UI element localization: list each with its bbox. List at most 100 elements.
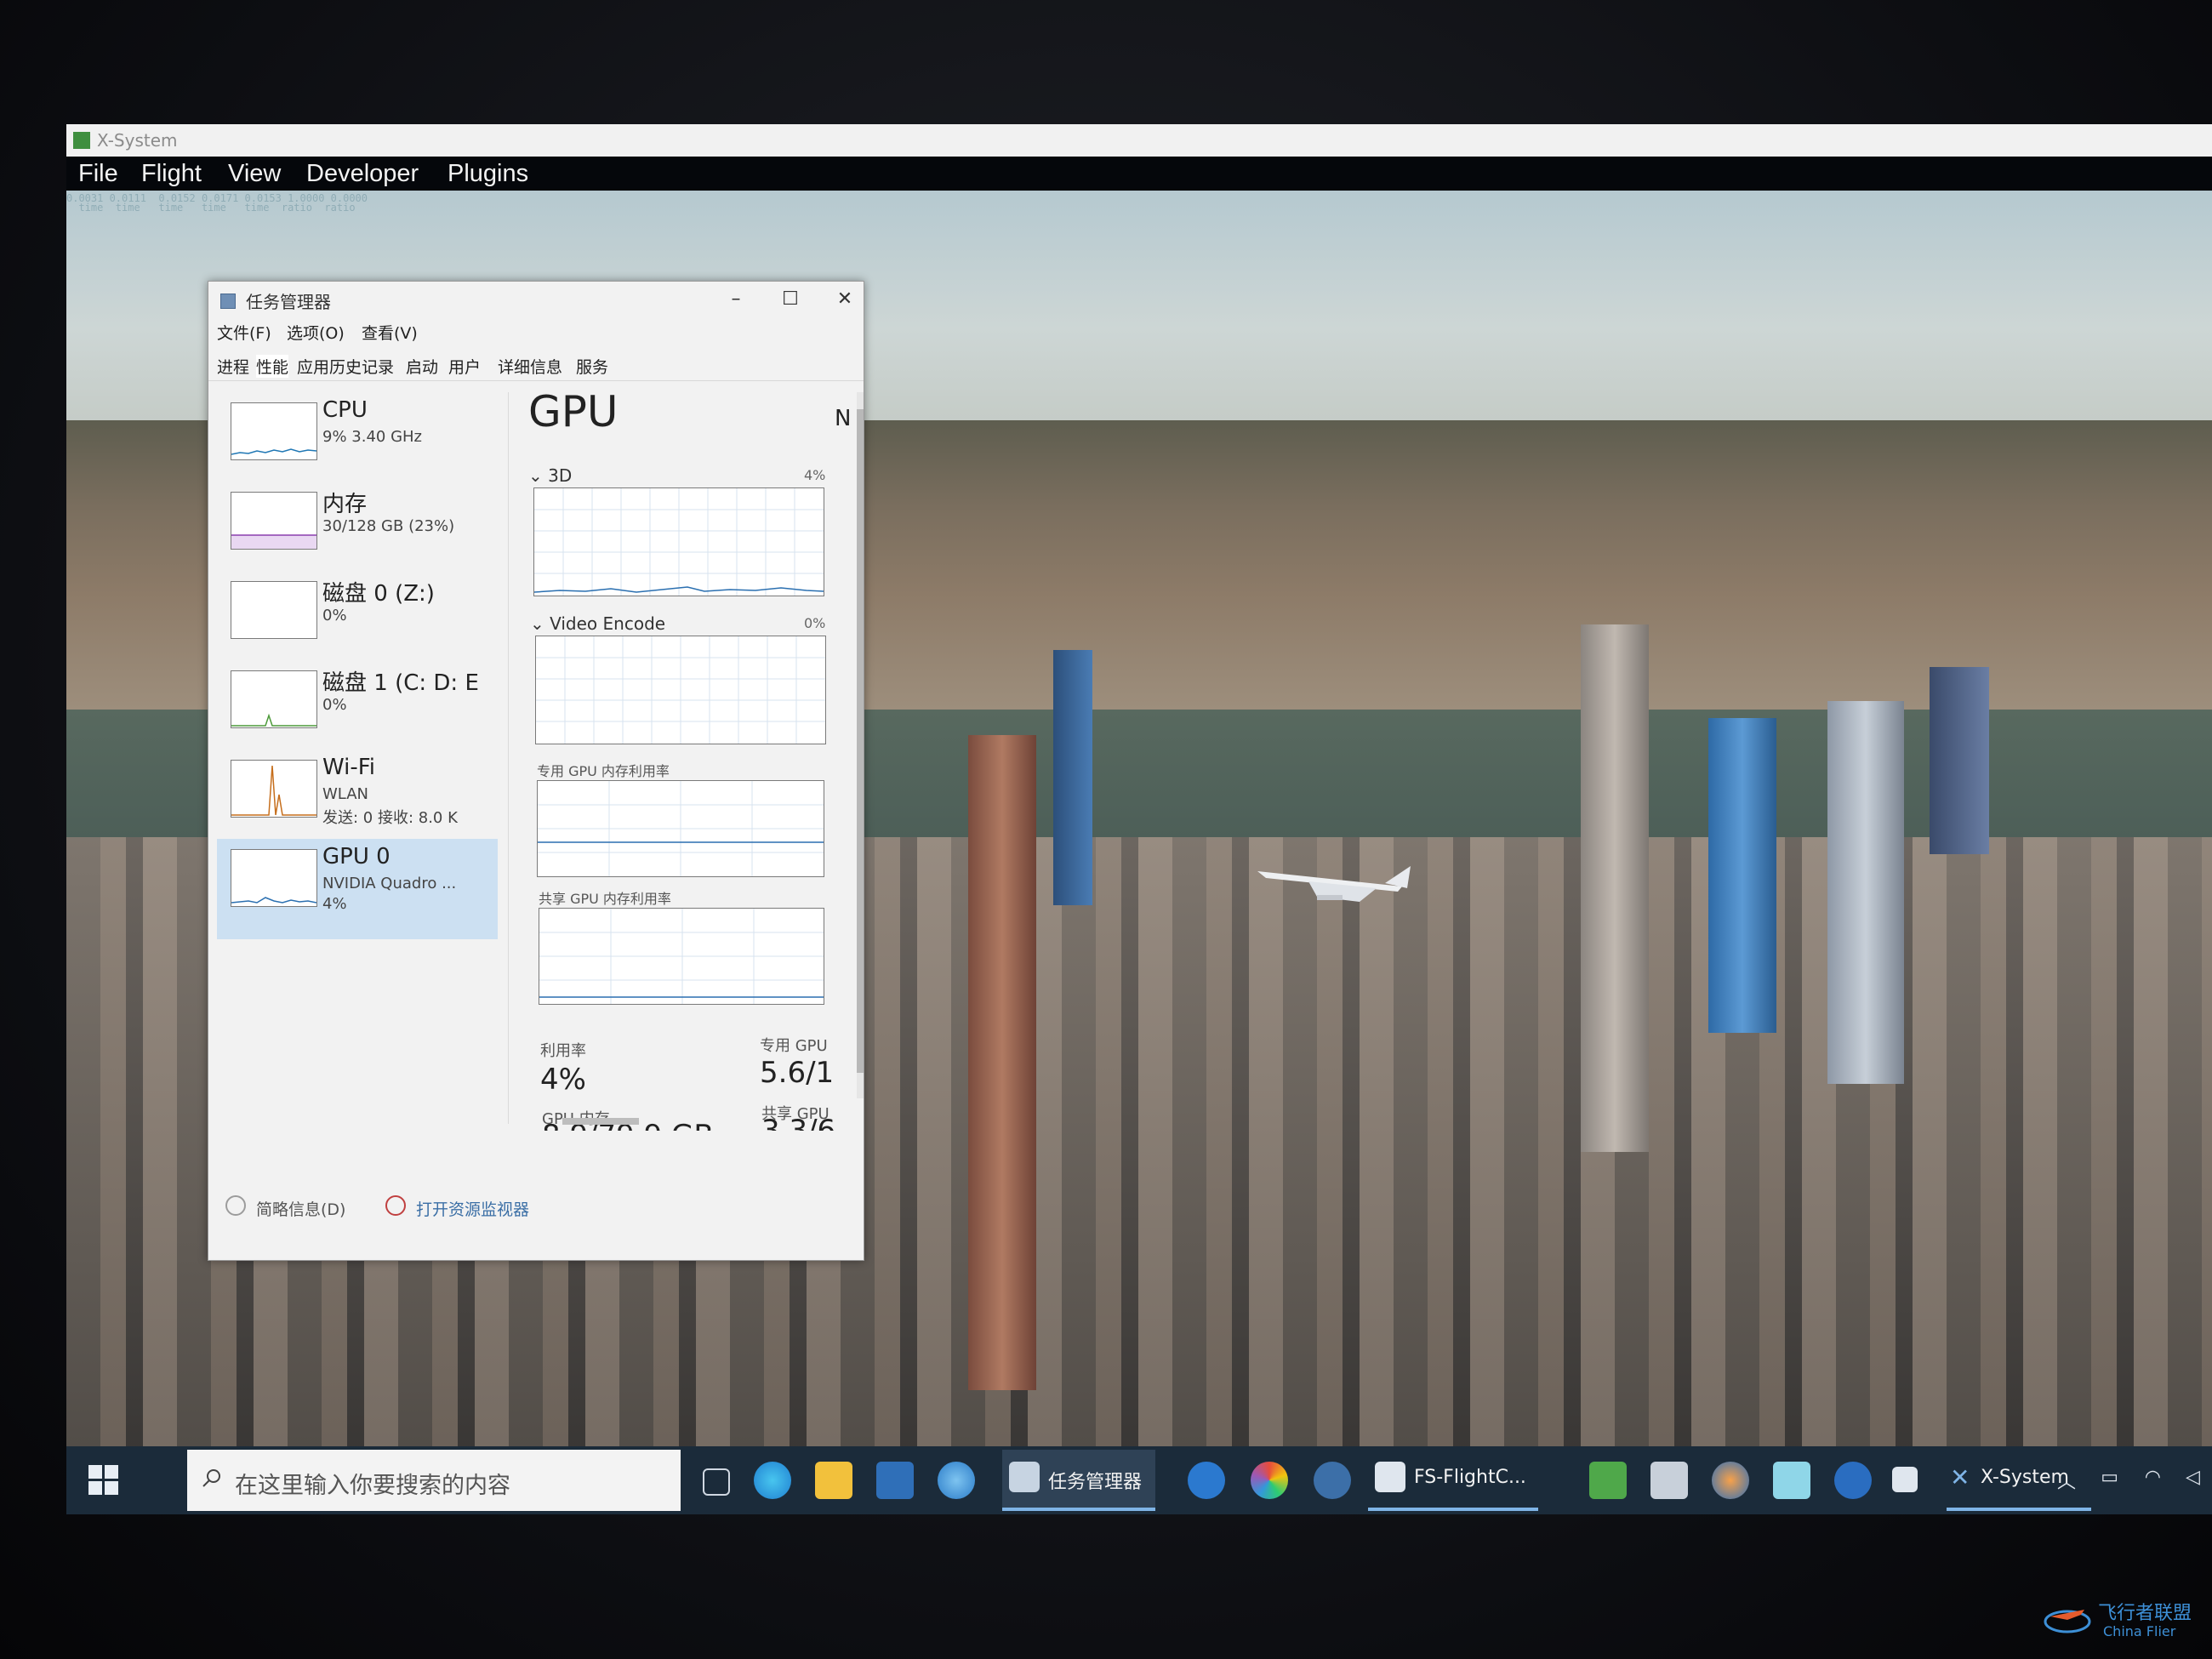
task-manager-taskbar-icon: [1009, 1462, 1040, 1492]
running-indicator: [1947, 1508, 2091, 1511]
engine-3d-label[interactable]: ⌄ 3D: [528, 465, 572, 486]
tab-processes[interactable]: 进程: [217, 355, 249, 378]
internet-explorer-icon[interactable]: [938, 1462, 975, 1499]
start-button[interactable]: [88, 1465, 119, 1496]
sidebar-item-cpu[interactable]: CPU 9% 3.40 GHz: [217, 392, 498, 482]
maximize-button[interactable]: ☐: [773, 287, 807, 312]
pane-divider: [508, 392, 509, 1124]
tm-titlebar: 任务管理器 – ☐ ✕: [208, 282, 864, 317]
active-indicator: [1002, 1508, 1155, 1511]
sidebar-gpu-name: GPU 0: [322, 844, 391, 869]
menu-view[interactable]: View: [228, 157, 281, 191]
engine-3d-name: 3D: [548, 465, 573, 486]
tm-menu-view[interactable]: 查看(V): [362, 321, 418, 344]
sidebar-item-disk0[interactable]: 磁盘 0 (Z:) 0%: [217, 571, 498, 660]
color-picker-icon[interactable]: [1251, 1462, 1288, 1499]
tab-users[interactable]: 用户: [448, 355, 481, 378]
sidebar-item-memory[interactable]: 内存 30/128 GB (23%): [217, 482, 498, 571]
tm-menu-options[interactable]: 选项(O): [287, 321, 345, 344]
engine-video-encode-name: Video Encode: [550, 613, 666, 634]
sidebar-wifi-sub2: 发送: 0 接收: 8.0 K: [322, 809, 458, 827]
tab-details[interactable]: 详细信息: [498, 355, 562, 378]
open-resource-monitor-link[interactable]: 打开资源监视器: [416, 1197, 529, 1220]
taskbar-app-fs-flightcontrol[interactable]: FS-FlightC...: [1368, 1450, 1538, 1511]
task-view-icon[interactable]: [703, 1468, 730, 1496]
menu-flight[interactable]: Flight: [141, 157, 202, 191]
sidebar-item-disk1[interactable]: 磁盘 1 (C: D: E 0%: [217, 660, 498, 750]
sidebar-memory-sub: 30/128 GB (23%): [322, 517, 455, 535]
task-manager-window: 任务管理器 – ☐ ✕ 文件(F) 选项(O) 查看(V) 进程 性能 应用历史…: [208, 281, 864, 1261]
engine-3d-graph: [533, 487, 824, 596]
engine-3d-pct: 4%: [804, 467, 826, 483]
sidebar-wifi-sub1: WLAN: [322, 785, 369, 803]
chevron-up-icon[interactable]: [225, 1195, 246, 1216]
file-explorer-icon[interactable]: [815, 1462, 852, 1499]
sidebar-gpu-sub1: NVIDIA Quadro ...: [322, 875, 457, 892]
tab-performance[interactable]: 性能: [256, 355, 289, 378]
window-app-icon[interactable]: [1892, 1467, 1918, 1492]
taskbar-app-task-manager[interactable]: 任务管理器: [1002, 1450, 1155, 1511]
memory-mini-graph: [231, 492, 317, 550]
shared-mem-util-label: 共享 GPU 内存利用率: [539, 891, 671, 907]
chevron-up-icon[interactable]: ︿: [2057, 1467, 2076, 1494]
sidebar-item-wifi[interactable]: Wi-Fi WLAN 发送: 0 接收: 8.0 K: [217, 750, 498, 839]
search-placeholder: 在这里输入你要搜索的内容: [235, 1473, 510, 1499]
sidebar-disk1-name: 磁盘 1 (C: D: E: [322, 670, 479, 696]
vertical-scroll-thumb[interactable]: [857, 409, 864, 1073]
minimize-button[interactable]: –: [719, 287, 753, 312]
engine-video-encode-label[interactable]: ⌄ Video Encode: [530, 613, 665, 634]
settings-app-icon[interactable]: [1314, 1462, 1351, 1499]
horizontal-scrollbar[interactable]: [549, 1115, 857, 1127]
fewer-details-link[interactable]: 简略信息(D): [256, 1197, 345, 1220]
menu-plugins[interactable]: Plugins: [448, 157, 528, 191]
battery-icon[interactable]: ▭: [2101, 1467, 2118, 1488]
grey-tower: [1827, 701, 1904, 1084]
browser-app-icon[interactable]: [1712, 1462, 1749, 1499]
light-app-icon[interactable]: [1773, 1462, 1810, 1499]
document-app-icon[interactable]: [1650, 1462, 1688, 1499]
disk0-mini-graph: [231, 581, 317, 639]
disk1-mini-graph: [231, 670, 317, 728]
sidebar-disk0-sub: 0%: [322, 607, 347, 624]
shared-mem-graph: [539, 908, 824, 1005]
perf-sidebar: CPU 9% 3.40 GHz 内存 30/128 GB (23%) 磁盘 0 …: [217, 392, 498, 1124]
menu-developer[interactable]: Developer: [306, 157, 419, 191]
tab-services[interactable]: 服务: [576, 355, 608, 378]
sidebar-cpu-name: CPU: [322, 397, 368, 423]
sidebar-item-gpu0[interactable]: GPU 0 NVIDIA Quadro ... 4%: [217, 839, 498, 939]
volume-icon[interactable]: ◁: [2186, 1467, 2200, 1488]
green-app-icon[interactable]: [1589, 1462, 1627, 1499]
edge-icon[interactable]: [754, 1462, 791, 1499]
xsystem-app-icon: [73, 132, 90, 149]
sidebar-cpu-sub: 9% 3.40 GHz: [322, 428, 423, 446]
vertical-scrollbar[interactable]: [857, 392, 864, 1098]
search-icon: [202, 1469, 220, 1487]
tall-tower: [1581, 624, 1649, 1152]
dedicated-gpu-label: 专用 GPU: [760, 1037, 828, 1055]
taskbar-search[interactable]: 在这里输入你要搜索的内容: [187, 1450, 681, 1511]
save-disk-icon[interactable]: [876, 1462, 914, 1499]
engine-video-encode-graph: [535, 636, 826, 744]
tm-footer: 简略信息(D) 打开资源监视器: [208, 1183, 864, 1234]
globe-app-icon[interactable]: [1834, 1462, 1872, 1499]
dark-tower: [1930, 667, 1989, 854]
close-button[interactable]: ✕: [828, 287, 862, 312]
tm-tabs: 进程 性能 应用历史记录 启动 用户 详细信息 服务: [208, 351, 864, 381]
menu-file[interactable]: File: [78, 157, 118, 191]
empire-state-building: [968, 735, 1036, 1390]
wifi-icon[interactable]: ◠: [2145, 1467, 2161, 1488]
tab-startup[interactable]: 启动: [406, 355, 438, 378]
taskbar-app-label: X-System: [1981, 1467, 2069, 1488]
taskbar-app-label: FS-FlightC...: [1414, 1467, 1526, 1488]
sidebar-memory-name: 内存: [322, 492, 368, 517]
app-icon-blue[interactable]: [1188, 1462, 1225, 1499]
horizontal-scroll-thumb[interactable]: [562, 1118, 639, 1125]
tm-menu-file[interactable]: 文件(F): [217, 321, 271, 344]
watermark-cn: 飞行者联盟: [2098, 1603, 2192, 1624]
xsystem-menubar: File Flight View Developer Plugins: [66, 157, 2212, 191]
resource-monitor-icon[interactable]: [385, 1195, 406, 1216]
tab-app-history[interactable]: 应用历史记录: [297, 355, 394, 378]
xsystem-titlebar: X-System: [66, 124, 2212, 157]
sidebar-disk0-name: 磁盘 0 (Z:): [322, 581, 435, 607]
dedicated-mem-graph: [537, 780, 824, 877]
